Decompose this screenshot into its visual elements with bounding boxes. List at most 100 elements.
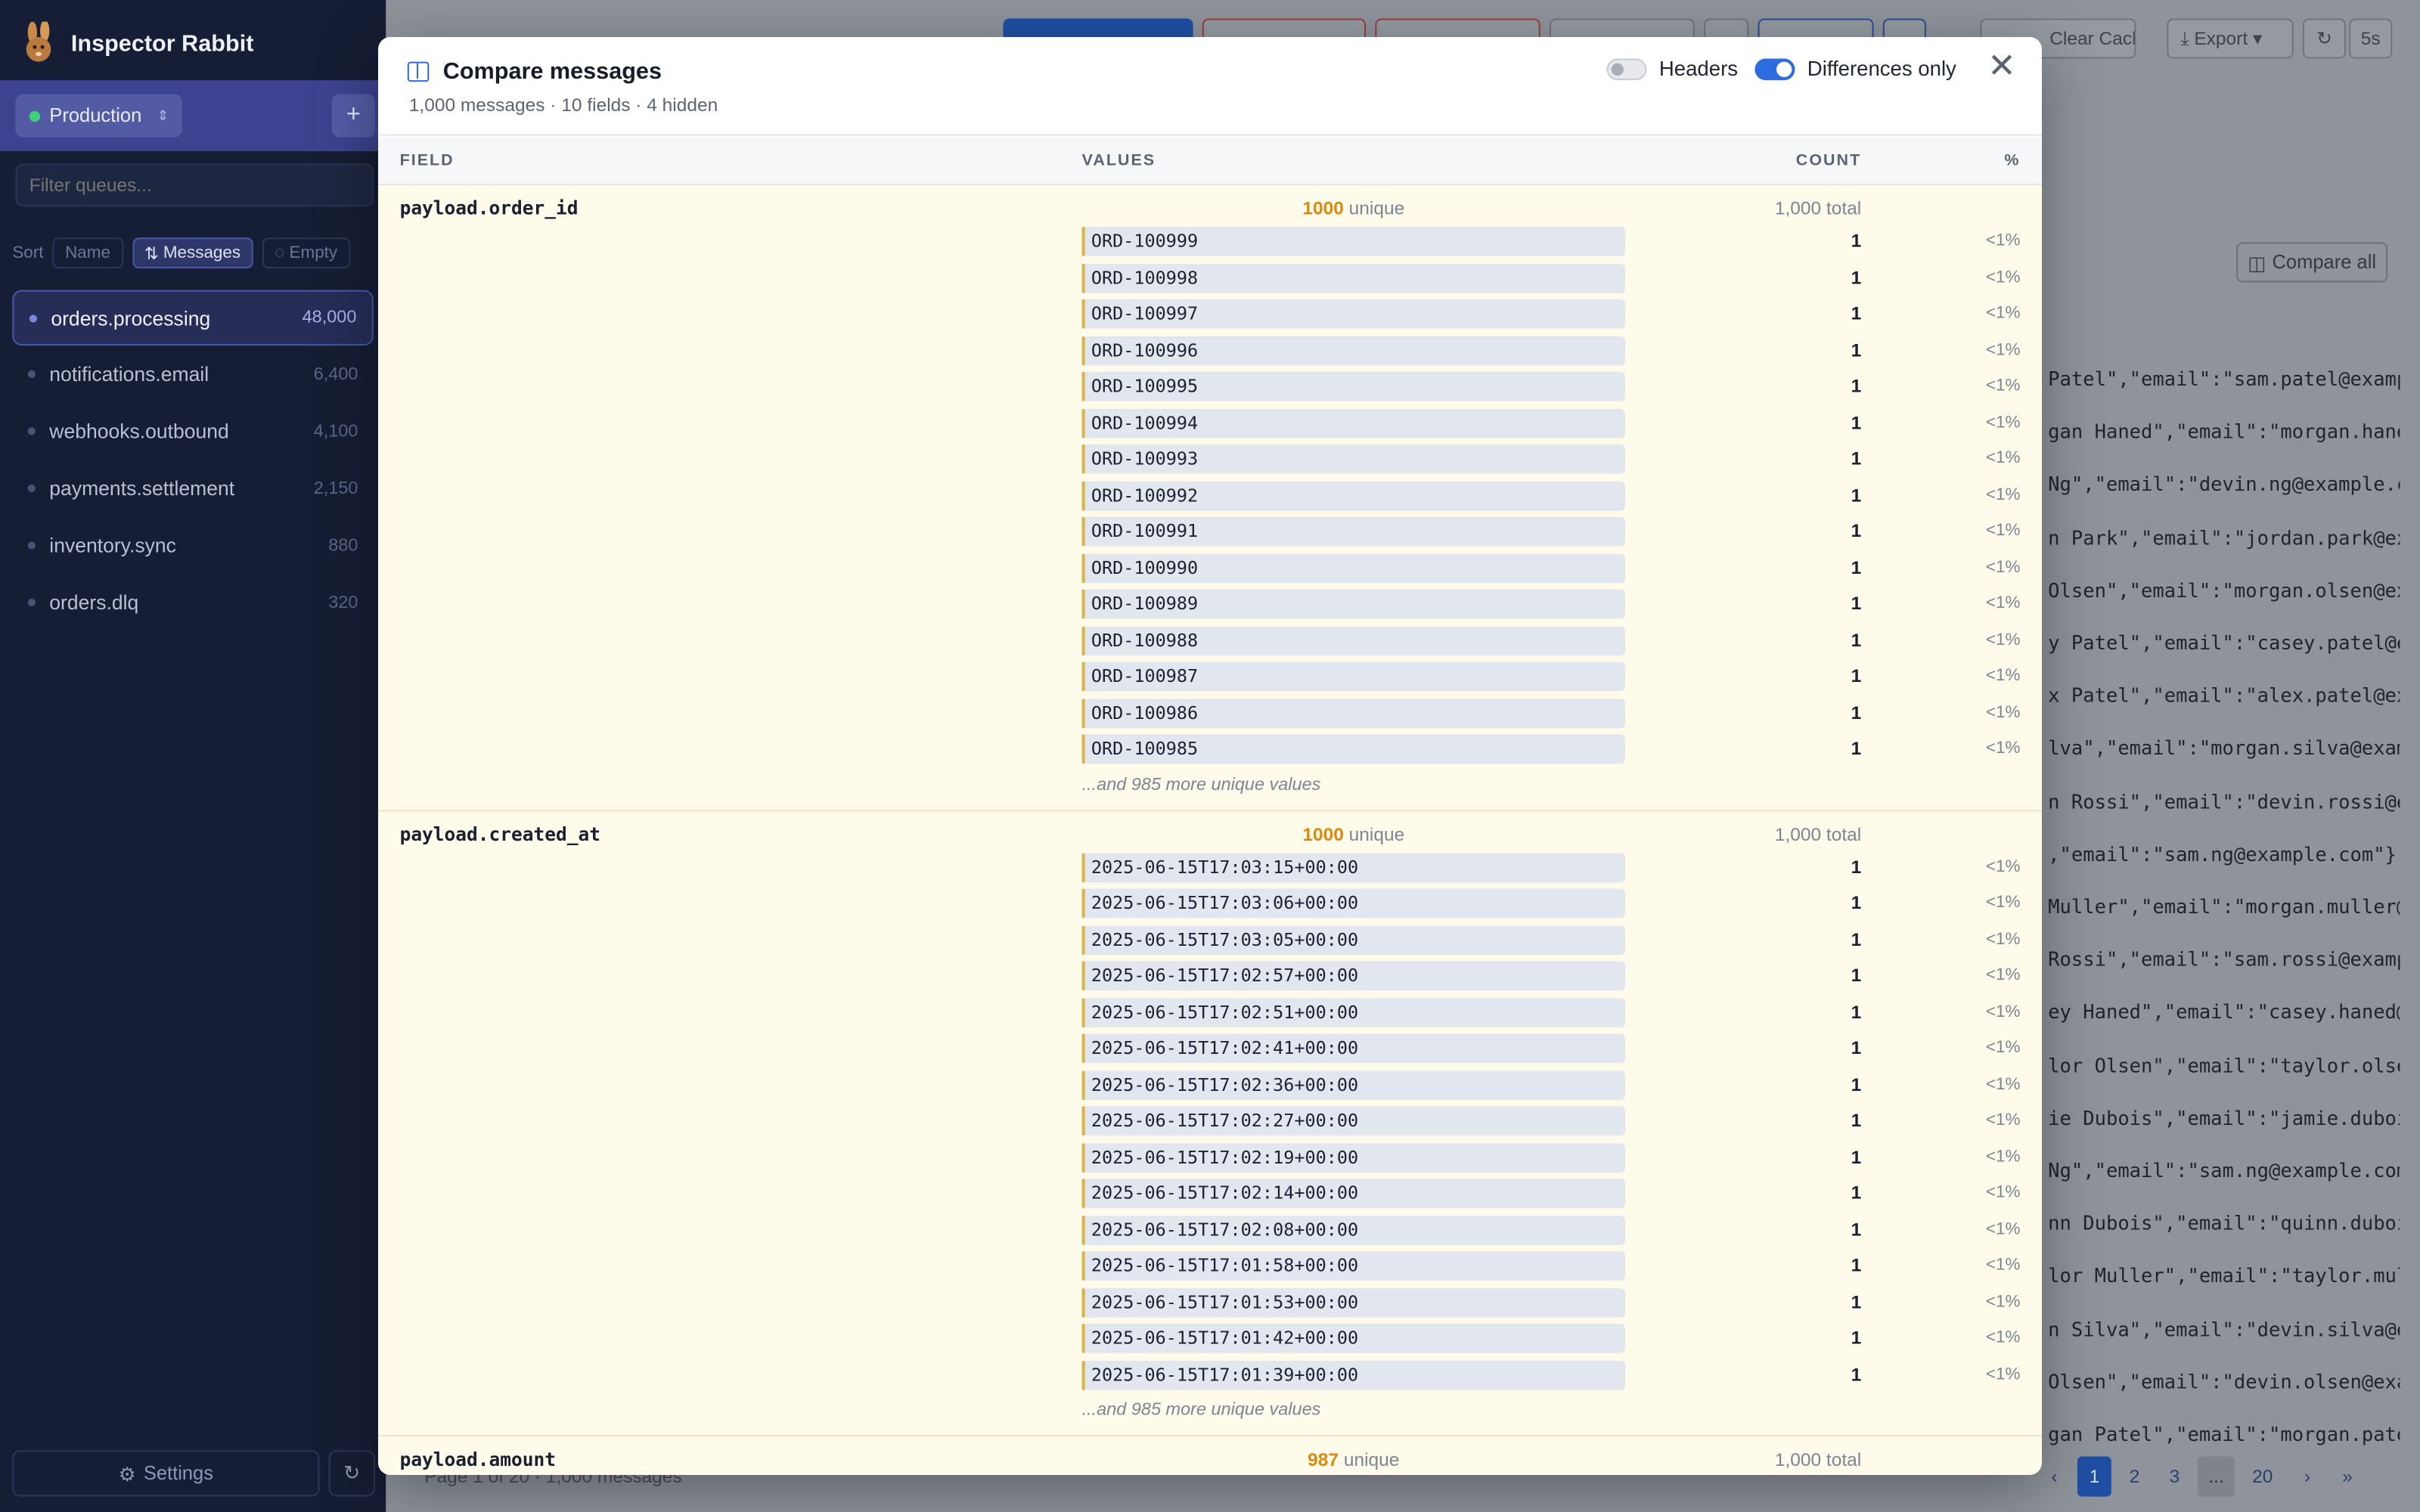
page-button-20[interactable]: 20 — [2241, 1457, 2284, 1497]
message-preview-line[interactable]: Ng","email":"sam.ng@example.com — [2048, 1159, 2400, 1182]
message-preview-line[interactable]: ey Haned","email":"casey.haned@e — [2048, 1000, 2400, 1024]
differences-only-toggle[interactable]: Differences only — [1754, 57, 1956, 81]
value-row[interactable]: 2025-06-15T17:01:42+00:00 1 <1% — [378, 1321, 2042, 1357]
value-row[interactable]: ORD-100989 1 <1% — [378, 587, 2042, 623]
value-percent: <1% — [1985, 231, 2021, 250]
page-button-1[interactable]: 1 — [2077, 1456, 2111, 1497]
value-row[interactable]: ORD-100988 1 <1% — [378, 622, 2042, 658]
message-preview-line[interactable]: Muller","email":"morgan.muller@e — [2048, 895, 2400, 919]
status-dot-icon — [29, 110, 41, 122]
value-bar: ORD-100993 — [1081, 444, 1625, 474]
message-preview-line[interactable]: y Patel","email":"casey.patel@ex — [2048, 631, 2400, 655]
message-preview-line[interactable]: gan Haned","email":"morgan.haned — [2048, 420, 2400, 443]
headers-toggle[interactable]: Headers — [1606, 57, 1738, 80]
value-row[interactable]: 2025-06-15T17:01:58+00:00 1 <1% — [378, 1248, 2042, 1284]
queue-item-webhooks-outbound[interactable]: webhooks.outbound 4,100 — [12, 403, 374, 460]
queue-filter-input[interactable] — [15, 163, 374, 207]
add-environment-button[interactable]: + — [331, 94, 375, 138]
value-row[interactable]: ORD-100996 1 <1% — [378, 333, 2042, 369]
value-count: 1 — [1851, 701, 1862, 723]
interval-selector[interactable]: 5s — [2349, 18, 2393, 59]
message-preview-line[interactable]: n Silva","email":"devin.silva@ex — [2048, 1317, 2400, 1340]
value-count: 1 — [1851, 1109, 1862, 1131]
prev-page-button[interactable]: ‹ — [2037, 1457, 2071, 1497]
value-row[interactable]: 2025-06-15T17:03:05+00:00 1 <1% — [378, 922, 2042, 958]
value-row[interactable]: 2025-06-15T17:02:14+00:00 1 <1% — [378, 1176, 2042, 1212]
value-row[interactable]: ORD-100990 1 <1% — [378, 550, 2042, 587]
value-row[interactable]: ORD-100999 1 <1% — [378, 224, 2042, 260]
value-row[interactable]: ORD-100994 1 <1% — [378, 405, 2042, 442]
value-row[interactable]: 2025-06-15T17:02:27+00:00 1 <1% — [378, 1103, 2042, 1139]
unique-number: 1000 — [1302, 197, 1344, 219]
message-preview-line[interactable]: nn Dubois","email":"quinn.dubois — [2048, 1211, 2400, 1235]
value-row[interactable]: ORD-100997 1 <1% — [378, 296, 2042, 333]
column-field: FIELD — [399, 151, 455, 170]
message-preview-line[interactable]: gan Patel","email":"morgan.patel — [2048, 1423, 2400, 1446]
differences-toggle-label: Differences only — [1807, 57, 1956, 81]
message-preview-line[interactable]: ,"email":"sam.ng@example.com"}," — [2048, 842, 2400, 866]
message-preview-line[interactable]: lor Olsen","email":"taylor.olsen — [2048, 1053, 2400, 1077]
queue-list: orders.processing 48,000 notifications.em… — [12, 290, 374, 631]
close-button[interactable]: ✕ — [1983, 48, 2020, 86]
value-row[interactable]: 2025-06-15T17:01:53+00:00 1 <1% — [378, 1284, 2042, 1321]
value-row[interactable]: 2025-06-15T17:02:41+00:00 1 <1% — [378, 1030, 2042, 1067]
queue-dot-icon — [27, 484, 36, 493]
value-row[interactable]: ORD-100992 1 <1% — [378, 478, 2042, 514]
message-preview-line[interactable]: Olsen","email":"morgan.olsen@exa — [2048, 578, 2400, 602]
sort-empty-button[interactable]: ◌ Empty — [262, 237, 350, 269]
message-preview-line[interactable]: n Rossi","email":"devin.rossi@ex — [2048, 789, 2400, 813]
unique-number: 1000 — [1302, 823, 1344, 845]
settings-button[interactable]: ⚙ Settings — [12, 1450, 320, 1497]
differences-switch[interactable] — [1754, 57, 1795, 80]
queue-item-inventory-sync[interactable]: inventory.sync 880 — [12, 517, 374, 575]
message-preview-line[interactable]: lva","email":"morgan.silva@examp — [2048, 736, 2400, 760]
queue-item-notifications-email[interactable]: notifications.email 6,400 — [12, 345, 374, 403]
value-row[interactable]: 2025-06-15T17:02:57+00:00 1 <1% — [378, 958, 2042, 994]
message-preview-line[interactable]: lor Muller","email":"taylor.mull — [2048, 1264, 2400, 1287]
export-button[interactable]: ⤓ Export ▾ — [2167, 18, 2294, 59]
value-count: 1 — [1851, 1000, 1862, 1023]
value-count: 1 — [1851, 447, 1862, 469]
value-row[interactable]: ORD-100986 1 <1% — [378, 695, 2042, 731]
sort-label: Sort — [12, 243, 44, 262]
message-preview-line[interactable]: Olsen","email":"devin.olsen@exa — [2048, 1370, 2400, 1393]
value-row[interactable]: 2025-06-15T17:02:36+00:00 1 <1% — [378, 1067, 2042, 1103]
value-row[interactable]: ORD-100993 1 <1% — [378, 442, 2042, 478]
message-preview-line[interactable]: x Patel","email":"alex.patel@exa — [2048, 683, 2400, 707]
value-row[interactable]: ORD-100998 1 <1% — [378, 260, 2042, 296]
queue-item-payments-settlement[interactable]: payments.settlement 2,150 — [12, 460, 374, 517]
value-row[interactable]: 2025-06-15T17:02:51+00:00 1 <1% — [378, 994, 2042, 1030]
message-preview-line[interactable]: ie Dubois","email":"jamie.dubois — [2048, 1106, 2400, 1129]
message-preview-line[interactable]: Patel","email":"sam.patel@examp — [2048, 367, 2400, 391]
page-button-3[interactable]: 3 — [2158, 1457, 2192, 1497]
value-row[interactable]: ORD-100995 1 <1% — [378, 369, 2042, 405]
queue-item-orders-dlq[interactable]: orders.dlq 320 — [12, 574, 374, 631]
field-group: payload.order_id 1000 unique 1,000 total OR… — [378, 185, 2042, 811]
refresh-button[interactable]: ↻ — [2302, 18, 2347, 59]
value-row[interactable]: ORD-100991 1 <1% — [378, 514, 2042, 550]
sidebar-refresh-button[interactable]: ↻ — [328, 1450, 375, 1497]
last-page-button[interactable]: » — [2331, 1457, 2365, 1497]
value-row[interactable]: 2025-06-15T17:02:08+00:00 1 <1% — [378, 1212, 2042, 1248]
page-button-2[interactable]: 2 — [2118, 1457, 2152, 1497]
value-row[interactable]: ORD-100987 1 <1% — [378, 658, 2042, 695]
compare-all-button[interactable]: ◫ Compare all — [2236, 242, 2388, 283]
value-row[interactable]: 2025-06-15T17:02:19+00:00 1 <1% — [378, 1139, 2042, 1176]
queue-item-orders-processing[interactable]: orders.processing 48,000 — [12, 290, 374, 346]
value-row[interactable]: 2025-06-15T17:01:39+00:00 1 <1% — [378, 1357, 2042, 1393]
sort-messages-button[interactable]: ⇅ Messages — [132, 237, 253, 269]
message-preview-line[interactable]: n Park","email":"jordan.park@exa — [2048, 525, 2400, 549]
message-preview-line[interactable]: Ng","email":"devin.ng@example.c — [2048, 472, 2400, 496]
value-percent: <1% — [1985, 666, 2021, 686]
next-page-button[interactable]: › — [2291, 1457, 2325, 1497]
dialog-title: Compare messages — [442, 58, 662, 85]
value-percent: <1% — [1985, 1365, 2021, 1383]
queue-count: 48,000 — [302, 308, 357, 327]
message-preview-line[interactable]: Rossi","email":"sam.rossi@examp — [2048, 947, 2400, 971]
sort-name-button[interactable]: Name — [52, 237, 123, 269]
value-row[interactable]: 2025-06-15T17:03:15+00:00 1 <1% — [378, 849, 2042, 885]
value-row[interactable]: ORD-100985 1 <1% — [378, 731, 2042, 767]
environment-selector[interactable]: Production ⇕ — [15, 94, 182, 138]
value-row[interactable]: 2025-06-15T17:03:06+00:00 1 <1% — [378, 885, 2042, 922]
headers-switch[interactable] — [1606, 57, 1647, 80]
